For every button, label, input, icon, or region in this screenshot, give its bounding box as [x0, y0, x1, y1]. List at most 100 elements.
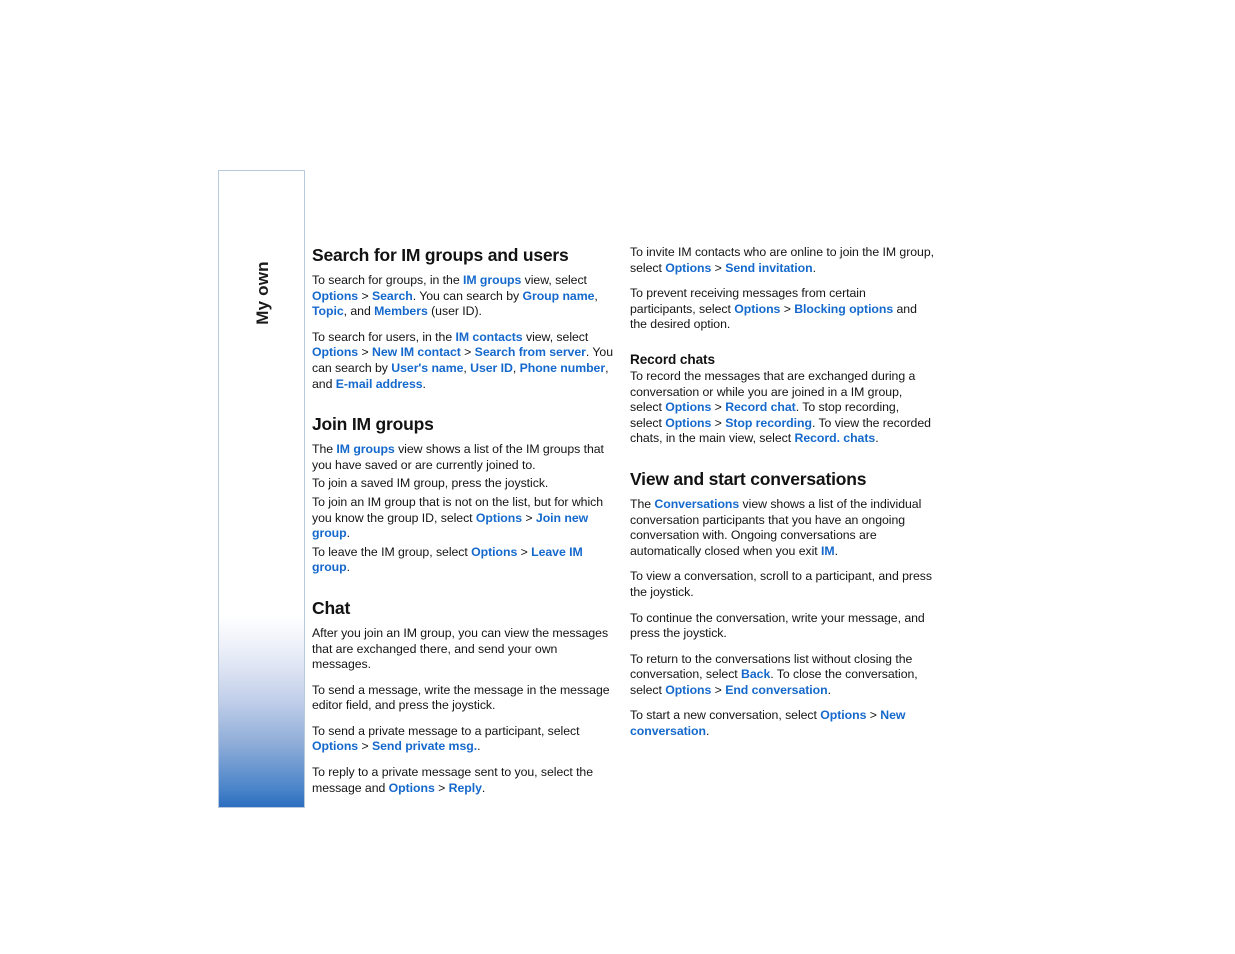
- ui-term-email-address: E-mail address: [335, 376, 423, 391]
- paragraph-send-private-message: To send a private message to a participa…: [312, 724, 616, 755]
- text-run: ,: [512, 360, 520, 375]
- text-run: The: [312, 442, 337, 457]
- paragraph-join-saved-group: To join a saved IM group, press the joys…: [312, 476, 616, 492]
- ui-term-topic: Topic: [312, 304, 344, 319]
- ui-term-im-groups: IM groups: [336, 442, 395, 457]
- paragraph-search-users: To search for users, in the IM contacts …: [312, 330, 616, 392]
- text-run: To search for users, in the: [312, 329, 456, 344]
- text-run: To send a message, write the message in …: [312, 682, 610, 713]
- text-run: .: [481, 780, 486, 795]
- heading-view-and-start-conversations: View and start conversations: [630, 468, 867, 489]
- text-run: view, select: [522, 329, 589, 344]
- paragraph-record-chats: To record the messages that are exchange…: [630, 369, 934, 447]
- paragraph-view-conversation: To view a conversation, scroll to a part…: [630, 569, 934, 600]
- text-run: To leave the IM group, select: [312, 544, 472, 559]
- separator-gt: >: [711, 415, 726, 430]
- ui-term-im: IM: [821, 543, 835, 558]
- ui-term-options: Options: [312, 288, 359, 303]
- ui-term-options: Options: [471, 544, 518, 559]
- ui-term-options: Options: [475, 510, 523, 525]
- text-run: .: [346, 526, 350, 541]
- paragraph-search-groups: To search for groups, in the IM groups v…: [312, 273, 616, 320]
- text-run: .: [346, 560, 350, 575]
- ui-term-options: Options: [312, 345, 359, 360]
- ui-term-search: Search: [371, 288, 413, 303]
- ui-term-options: Options: [665, 415, 712, 430]
- ui-term-back: Back: [741, 667, 771, 682]
- ui-term-users-name: User's name: [391, 360, 464, 375]
- ui-term-options: Options: [665, 682, 712, 697]
- text-run: The: [630, 496, 655, 511]
- paragraph-send-message: To send a message, write the message in …: [312, 683, 616, 714]
- heading-chat: Chat: [312, 597, 351, 618]
- paragraph-blocking-options: To prevent receiving messages from certa…: [630, 286, 934, 333]
- text-run: , and: [343, 304, 375, 319]
- heading-search-for-im-groups-and-users: Search for IM groups and users: [312, 245, 569, 265]
- ui-term-new-im-contact: New IM contact: [371, 345, 461, 360]
- paragraph-new-conversation: To start a new conversation, select Opti…: [630, 708, 934, 739]
- ui-term-record-chat: Record chat: [725, 400, 796, 415]
- paragraph-leave-im-group: To leave the IM group, select Options > …: [312, 545, 616, 576]
- ui-term-send-private-msg: Send private msg.: [371, 739, 478, 754]
- separator-gt: >: [517, 544, 532, 559]
- text-run: . You can search by: [412, 288, 523, 303]
- separator-gt: >: [711, 400, 726, 415]
- text-run: .: [875, 431, 879, 446]
- separator-gt: >: [711, 260, 726, 275]
- heading-join-im-groups: Join IM groups: [312, 414, 434, 435]
- text-run: To continue the conversation, write your…: [630, 610, 925, 641]
- separator-gt: >: [780, 301, 795, 316]
- text-run: To join a saved IM group, press the joys…: [312, 476, 549, 491]
- ui-term-search-from-server: Search from server: [474, 345, 586, 360]
- text-run: ,: [594, 288, 598, 303]
- ui-term-record-chats: Record. chats: [794, 431, 876, 446]
- left-text-column: Search for IM groups and users To search…: [312, 245, 616, 806]
- paragraph-reply-private-message: To reply to a private message sent to yo…: [312, 765, 616, 796]
- paragraph-end-conversation: To return to the conversations list with…: [630, 652, 934, 699]
- ui-term-options: Options: [388, 780, 435, 795]
- text-run: view, select: [521, 273, 587, 287]
- ui-term-options: Options: [665, 400, 712, 415]
- ui-term-members: Members: [374, 304, 428, 319]
- separator-gt: >: [866, 708, 881, 723]
- paragraph-join-new-group: To join an IM group that is not on the l…: [312, 495, 616, 542]
- paragraph-im-groups-view: The IM groups view shows a list of the I…: [312, 442, 616, 473]
- text-run: After you join an IM group, you can view…: [312, 625, 609, 672]
- ui-term-options: Options: [734, 301, 781, 316]
- separator-gt: >: [434, 780, 449, 795]
- ui-term-reply: Reply: [448, 780, 482, 795]
- text-run: To view a conversation, scroll to a part…: [630, 569, 932, 599]
- ui-term-end-conversation: End conversation: [725, 682, 828, 697]
- ui-term-im-contacts: IM contacts: [455, 329, 523, 344]
- ui-term-phone-number: Phone number: [519, 360, 606, 375]
- text-run: .: [422, 376, 426, 391]
- paragraph-send-invitation: To invite IM contacts who are online to …: [630, 245, 934, 276]
- text-run: To send a private message to a participa…: [312, 723, 580, 738]
- text-run: To start a new conversation, select: [630, 708, 821, 723]
- right-text-column: To invite IM contacts who are online to …: [630, 245, 934, 750]
- ui-term-group-name: Group name: [522, 288, 595, 303]
- ui-term-im-groups: IM groups: [462, 273, 522, 287]
- chapter-tab-label-wrap: My own: [219, 171, 304, 807]
- text-run: .: [812, 260, 816, 275]
- chapter-tab-label: My own: [252, 261, 272, 325]
- ui-term-options: Options: [312, 739, 359, 754]
- separator-gt: >: [460, 345, 475, 360]
- text-run: .: [834, 543, 838, 558]
- paragraph-continue-conversation: To continue the conversation, write your…: [630, 611, 934, 642]
- ui-term-blocking-options: Blocking options: [794, 301, 894, 316]
- ui-term-send-invitation: Send invitation: [725, 260, 813, 275]
- ui-term-stop-recording: Stop recording: [725, 415, 812, 430]
- separator-gt: >: [358, 739, 372, 754]
- text-run: .: [827, 682, 831, 697]
- ui-term-conversations: Conversations: [654, 496, 740, 511]
- separator-gt: >: [358, 288, 372, 303]
- ui-term-user-id: User ID: [470, 360, 513, 375]
- ui-term-options: Options: [665, 260, 712, 275]
- separator-gt: >: [711, 682, 726, 697]
- text-run: To search for groups, in the: [312, 273, 463, 287]
- text-run: .: [477, 739, 481, 754]
- ui-term-options: Options: [820, 708, 867, 723]
- paragraph-chat-intro: After you join an IM group, you can view…: [312, 626, 616, 673]
- chapter-tab-sidebar: My own 64: [218, 170, 305, 808]
